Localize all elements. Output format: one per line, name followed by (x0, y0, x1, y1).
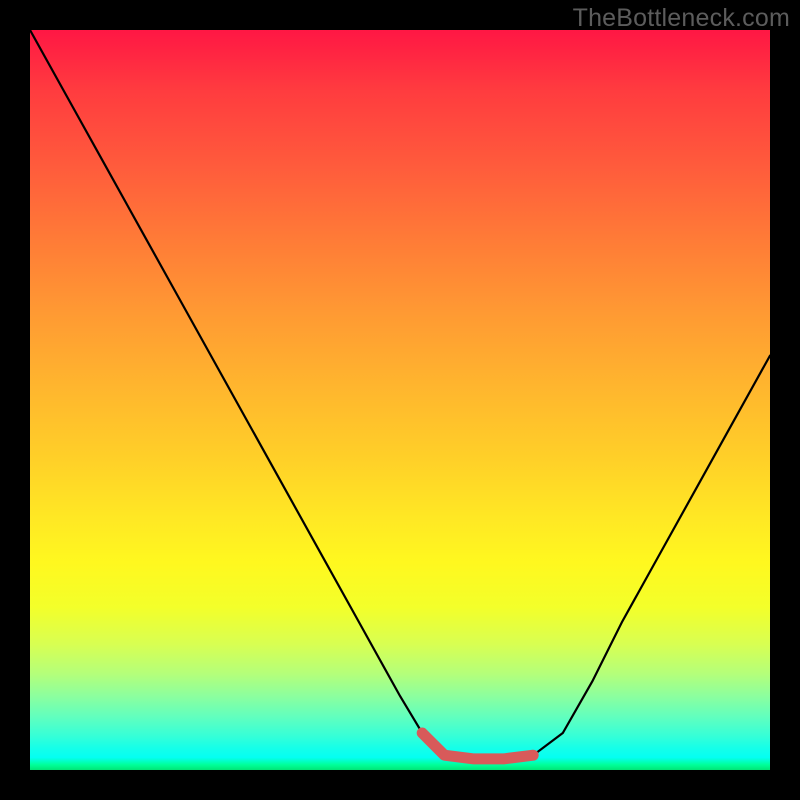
curve-layer (30, 30, 770, 770)
plot-area (30, 30, 770, 770)
bottleneck-curve (30, 30, 770, 759)
optimal-range-highlight (422, 733, 533, 759)
watermark-text: TheBottleneck.com (573, 4, 790, 33)
chart-frame: TheBottleneck.com (0, 0, 800, 800)
